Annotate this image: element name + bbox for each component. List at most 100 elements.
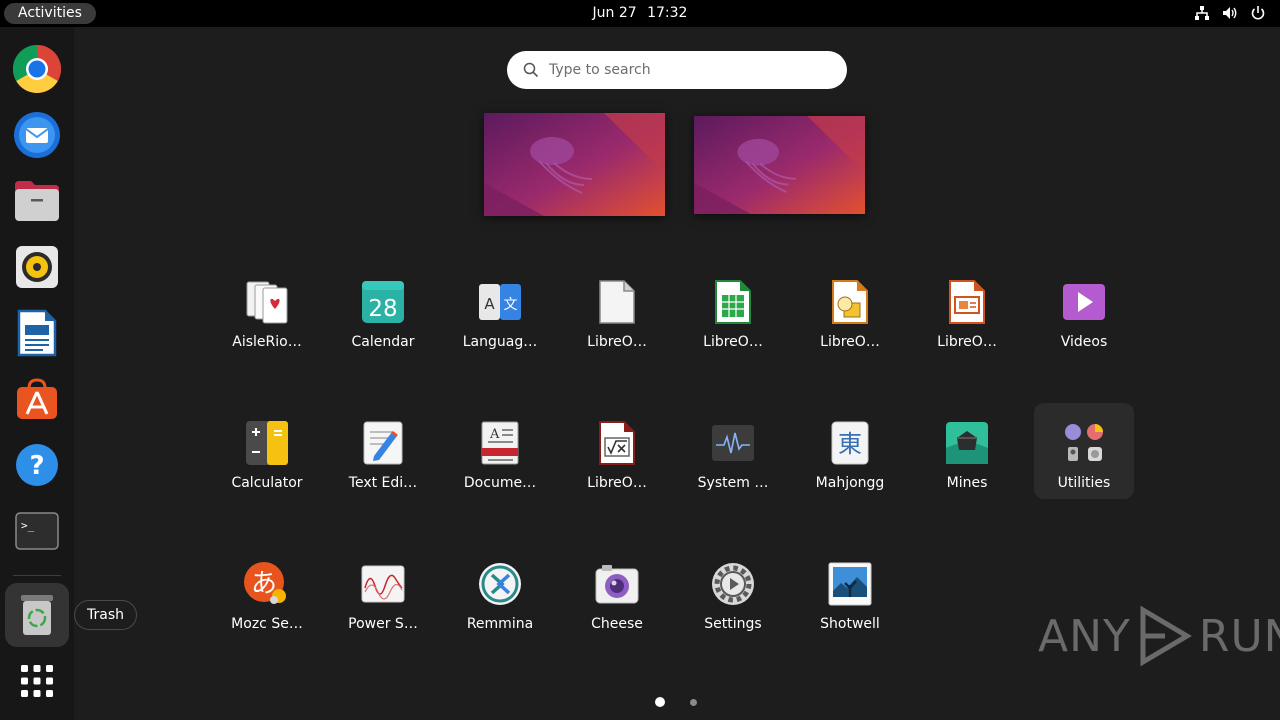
app-mozc-setup[interactable]: あ Mozc Se… <box>217 544 317 640</box>
calculator-icon <box>243 419 291 467</box>
app-label: Mahjongg <box>815 475 885 491</box>
app-label: Settings <box>704 616 762 632</box>
network-icon <box>1195 6 1209 20</box>
clock-time: 17:32 <box>647 5 688 21</box>
app-label: Shotwell <box>820 616 880 632</box>
libreoffice-icon <box>593 278 641 326</box>
app-label: Power S… <box>348 616 418 632</box>
app-label: Languag… <box>462 334 538 350</box>
app-remmina[interactable]: Remmina <box>450 544 550 640</box>
app-center-icon <box>17 378 57 419</box>
svg-text:>_: >_ <box>21 519 35 532</box>
app-label: LibreO… <box>820 334 880 350</box>
app-language[interactable]: A 文 Languag… <box>450 262 550 358</box>
draw-icon <box>826 278 874 326</box>
page-indicator <box>0 697 1280 708</box>
app-mahjongg[interactable]: 東 Mahjongg <box>800 403 900 499</box>
workspace-thumbnail-2[interactable] <box>694 116 865 214</box>
system-menu[interactable] <box>1194 5 1266 21</box>
math-icon <box>593 419 641 467</box>
app-label: Remmina <box>466 616 534 632</box>
app-text-editor[interactable]: Text Edi… <box>333 403 433 499</box>
app-libreoffice-impress[interactable]: LibreO… <box>917 262 1017 358</box>
watermark-text-run: RUN <box>1198 610 1280 662</box>
search-input[interactable] <box>549 62 809 78</box>
page-dot-1[interactable] <box>655 697 665 707</box>
calendar-icon: 28 <box>359 278 407 326</box>
workspace-thumbnail-1[interactable] <box>484 113 665 216</box>
svg-text:A: A <box>484 295 495 313</box>
rhythmbox-icon <box>16 246 58 288</box>
dock: ? >_ <box>0 27 74 720</box>
dock-tooltip: Trash <box>74 600 137 630</box>
mines-icon <box>943 419 991 467</box>
play-logo-icon <box>1140 606 1192 666</box>
app-libreoffice-calc[interactable]: LibreO… <box>683 262 783 358</box>
volume-icon <box>1223 7 1237 19</box>
wallpaper-jellyfish <box>484 113 665 216</box>
app-label: Mines <box>946 475 988 491</box>
dock-app-center[interactable] <box>5 367 69 431</box>
app-power-statistics[interactable]: Power S… <box>333 544 433 640</box>
top-bar: Activities Jun 27 17:32 <box>0 0 1280 27</box>
app-label: LibreO… <box>587 334 647 350</box>
terminal-icon: >_ <box>15 512 59 550</box>
dock-files[interactable] <box>5 169 69 233</box>
app-libreoffice-draw[interactable]: LibreO… <box>800 262 900 358</box>
watermark-text-any: ANY <box>1038 610 1131 662</box>
thunderbird-icon <box>14 112 60 158</box>
clock[interactable]: Jun 27 17:32 <box>0 0 1280 27</box>
dock-thunderbird[interactable] <box>5 103 69 167</box>
app-label: Mozc Se… <box>231 616 303 632</box>
app-label: Text Edi… <box>348 475 418 491</box>
dock-trash[interactable] <box>5 583 69 647</box>
dock-chrome[interactable] <box>5 37 69 101</box>
dock-help[interactable]: ? <box>5 433 69 497</box>
app-cheese[interactable]: Cheese <box>567 544 667 640</box>
app-label: AisleRio… <box>232 334 302 350</box>
app-label: System … <box>697 475 769 491</box>
impress-icon <box>943 278 991 326</box>
app-label: Cheese <box>591 616 643 632</box>
writer-icon <box>17 309 57 357</box>
app-mines[interactable]: Mines <box>917 403 1017 499</box>
dock-rhythmbox[interactable] <box>5 235 69 299</box>
app-label: LibreO… <box>703 334 763 350</box>
app-libreoffice[interactable]: LibreO… <box>567 262 667 358</box>
dock-terminal[interactable]: >_ <box>5 499 69 563</box>
aisleriot-icon <box>243 278 291 326</box>
page-dot-2[interactable] <box>690 699 697 706</box>
app-aisleriot[interactable]: AisleRio… <box>217 262 317 358</box>
search-icon <box>523 62 539 78</box>
svg-text:28: 28 <box>368 296 397 322</box>
app-label: Videos <box>1060 334 1108 350</box>
cheese-icon <box>593 560 641 608</box>
app-calendar[interactable]: 28 Calendar <box>333 262 433 358</box>
calc-icon <box>709 278 757 326</box>
app-label: LibreO… <box>587 475 647 491</box>
app-folder-utilities[interactable]: Utilities <box>1034 403 1134 499</box>
svg-text:文: 文 <box>504 297 518 313</box>
app-shotwell[interactable]: Shotwell <box>800 544 900 640</box>
app-calculator[interactable]: Calculator <box>217 403 317 499</box>
app-system-monitor[interactable]: System … <box>683 403 783 499</box>
dock-writer[interactable] <box>5 301 69 365</box>
remmina-icon <box>476 560 524 608</box>
anyrun-watermark: ANY RUN <box>1038 606 1280 666</box>
app-label: LibreO… <box>937 334 997 350</box>
app-videos[interactable]: Videos <box>1034 262 1134 358</box>
app-libreoffice-math[interactable]: LibreO… <box>567 403 667 499</box>
system-monitor-icon <box>709 419 757 467</box>
app-document-viewer[interactable]: A Docume… <box>450 403 550 499</box>
app-settings[interactable]: Settings <box>683 544 783 640</box>
videos-icon <box>1060 278 1108 326</box>
settings-icon <box>709 560 757 608</box>
dock-separator <box>13 575 61 576</box>
search-bar[interactable] <box>507 51 847 89</box>
utilities-folder-icon <box>1060 419 1108 467</box>
power-icon <box>1251 6 1265 20</box>
app-label: Calendar <box>351 334 415 350</box>
power-statistics-icon <box>359 560 407 608</box>
chrome-icon <box>12 44 62 94</box>
language-icon: A 文 <box>476 278 524 326</box>
